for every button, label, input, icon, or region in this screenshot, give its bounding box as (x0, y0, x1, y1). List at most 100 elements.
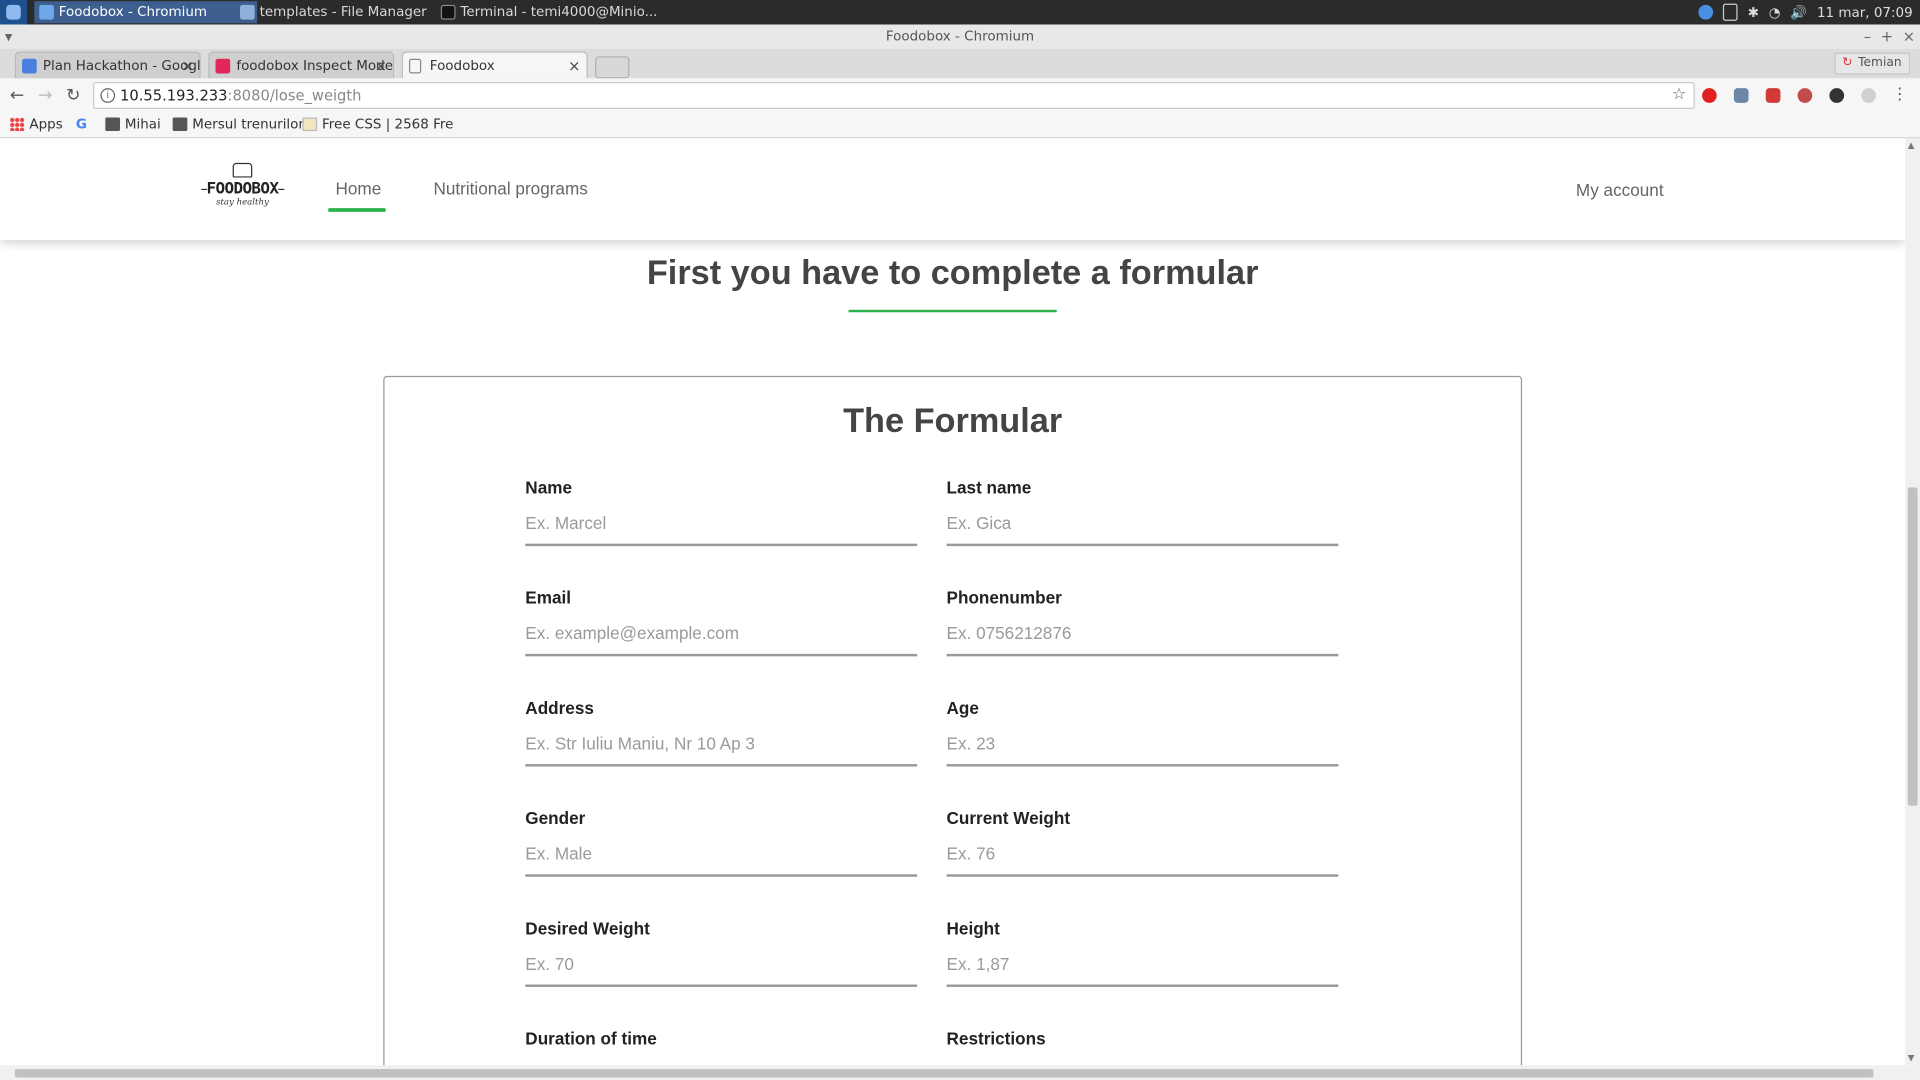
close-window-icon[interactable]: × (1903, 24, 1915, 48)
folder-icon (172, 117, 188, 132)
height-input[interactable] (946, 942, 1339, 987)
volume-icon[interactable]: 🔊 (1790, 4, 1807, 20)
folder-icon (240, 4, 255, 20)
horizontal-scroll-thumb[interactable] (14, 1068, 1874, 1078)
address-bar[interactable]: i 10.55.193.233:8080/lose_weigth ☆ (93, 82, 1695, 109)
bookmark-apps[interactable]: Apps (9, 113, 63, 137)
last-name-input[interactable] (946, 502, 1339, 547)
screen-extension-icon[interactable] (1733, 88, 1749, 103)
chromium-icon (39, 4, 54, 20)
folder-icon (105, 117, 121, 132)
at-extension-icon[interactable] (1797, 88, 1813, 103)
dark-extension-icon[interactable] (1829, 88, 1845, 103)
address-input[interactable] (525, 722, 918, 767)
logo-brand: FOODOBOX (190, 180, 295, 198)
last-name-field: Last name (946, 478, 1339, 564)
scroll-down-icon[interactable]: ▼ (1908, 1053, 1915, 1063)
phonenumber-input[interactable] (946, 612, 1339, 657)
age-input[interactable] (946, 722, 1339, 767)
page-viewport: FOODOBOX stay healthy Home Nutritional p… (0, 138, 1906, 1066)
desired-weight-field: Desired Weight (525, 918, 918, 1004)
opera-extension-icon[interactable] (1702, 88, 1717, 103)
window-title: Foodobox - Chromium (885, 28, 1035, 45)
document-icon (22, 58, 37, 74)
page-icon (302, 117, 318, 132)
tab-plan-hackathon[interactable]: Plan Hackathon - Googl × (14, 51, 201, 79)
close-tab-icon[interactable]: × (375, 53, 387, 79)
bookmark-mersul-trenurilor[interactable]: Mersul trenurilor (172, 113, 304, 137)
chromium-tray-icon[interactable] (1698, 4, 1714, 20)
minimize-icon[interactable]: – (1864, 24, 1871, 48)
page-icon (408, 58, 422, 74)
bluetooth-icon[interactable]: ✱ (1748, 4, 1759, 20)
bookmark-google[interactable]: G (76, 113, 96, 137)
current-weight-input[interactable] (946, 832, 1339, 877)
reload-icon[interactable]: ↻ (66, 86, 80, 106)
browser-toolbar: ← → ↻ i 10.55.193.233:8080/lose_weigth ☆… (0, 78, 1920, 113)
form-title: The Formular (843, 401, 1063, 440)
name-input[interactable] (525, 502, 918, 547)
new-tab-button[interactable] (595, 56, 630, 79)
email-field: Email (525, 588, 918, 674)
phonenumber-field: Phonenumber (946, 588, 1339, 674)
grey-extension-icon[interactable] (1861, 88, 1876, 103)
wifi-icon[interactable]: ◔ (1769, 4, 1781, 20)
title-underline (848, 309, 1057, 313)
os-taskbar: Foodobox - Chromium templates - File Man… (0, 0, 1920, 25)
horizontal-scrollbar[interactable] (0, 1065, 1920, 1080)
taskbar-task-chromium[interactable]: Foodobox - Chromium (34, 1, 258, 24)
desired-weight-input[interactable] (525, 942, 918, 987)
site-header: FOODOBOX stay healthy Home Nutritional p… (0, 138, 1906, 241)
vertical-scrollbar[interactable]: ▲ ▼ (1905, 138, 1920, 1066)
taskbar-task-file-manager[interactable]: templates - File Manager (235, 1, 453, 23)
url-path: :8080/lose_weigth (227, 86, 362, 105)
name-field: Name (525, 478, 918, 564)
foodobox-logo[interactable]: FOODOBOX stay healthy (190, 162, 295, 217)
mail-extension-icon[interactable] (1765, 88, 1781, 103)
browser-menu-icon[interactable]: ⋮ (1892, 86, 1908, 104)
tab-foodobox[interactable]: Foodobox × (401, 51, 588, 79)
forward-icon[interactable]: → (38, 86, 52, 106)
nav-active-underline (328, 208, 386, 212)
battery-icon[interactable] (1723, 3, 1738, 21)
taskbar-task-terminal[interactable]: Terminal - temi4000@Minio... (436, 1, 669, 23)
clock[interactable]: 11 mar, 07:09 (1817, 4, 1913, 20)
tab-foodobox-inspect[interactable]: foodobox Inspect Mode × (208, 51, 395, 79)
email-input[interactable] (525, 612, 918, 657)
vertical-scroll-thumb[interactable] (1907, 487, 1918, 806)
window-titlebar: ▾ Foodobox - Chromium – + × (0, 24, 1920, 51)
nav-home[interactable]: Home (336, 179, 382, 199)
site-info-icon[interactable]: i (100, 88, 116, 103)
maximize-icon[interactable]: + (1881, 24, 1893, 48)
address-field: Address (525, 698, 918, 784)
invision-icon (215, 58, 231, 74)
bookmark-mihai[interactable]: Mihai (105, 113, 161, 137)
window-menu-icon[interactable]: ▾ (5, 24, 12, 48)
scroll-up-icon[interactable]: ▲ (1908, 141, 1915, 151)
url-host: 10.55.193.233 (120, 86, 228, 105)
current-weight-field: Current Weight (946, 808, 1339, 894)
cooking-pot-icon (232, 162, 253, 178)
gender-input[interactable] (525, 832, 918, 877)
profile-button[interactable]: Temian (1834, 52, 1911, 75)
back-icon[interactable]: ← (10, 86, 24, 106)
duration-input[interactable] (525, 1053, 918, 1066)
nav-nutritional-programs[interactable]: Nutritional programs (433, 179, 587, 199)
formular-card: The Formular Name Last name Email Phonen… (383, 375, 1523, 1066)
terminal-icon (440, 4, 456, 20)
system-tray: ✱ ◔ 🔊 11 mar, 07:09 (1698, 0, 1920, 24)
restrictions-input[interactable] (946, 1053, 1339, 1066)
bookmark-star-icon[interactable]: ☆ (1672, 83, 1686, 107)
bookmark-free-css[interactable]: Free CSS | 2568 Fre (302, 113, 453, 137)
apps-grid-icon (9, 117, 25, 132)
close-tab-icon[interactable]: × (568, 53, 580, 79)
logo-tagline: stay healthy (216, 197, 269, 207)
age-field: Age (946, 698, 1339, 784)
close-tab-icon[interactable]: × (181, 53, 193, 79)
google-icon: G (75, 116, 87, 133)
restrictions-field: Restrictions (946, 1029, 1339, 1066)
start-menu-icon[interactable] (0, 0, 27, 25)
nav-my-account[interactable]: My account (1576, 180, 1664, 200)
duration-field: Duration of time (525, 1029, 918, 1066)
height-field: Height (946, 918, 1339, 1004)
